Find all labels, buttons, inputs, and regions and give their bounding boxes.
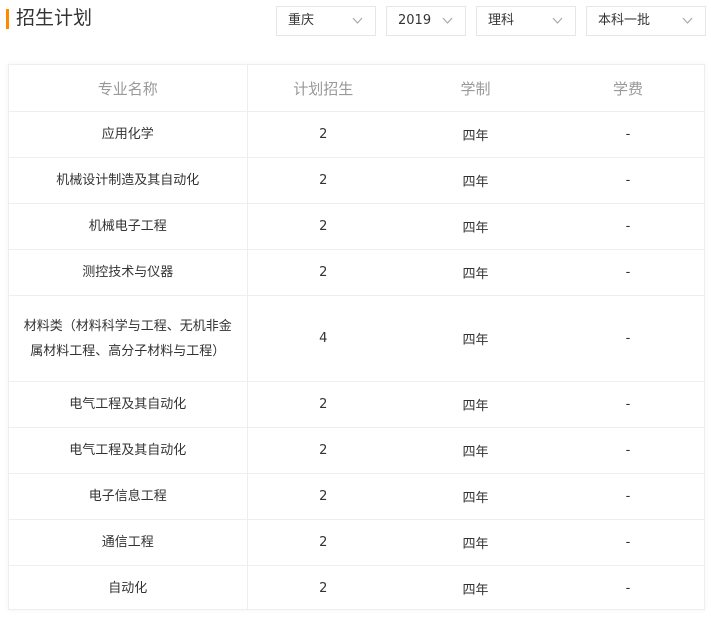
batch-select-label: 本科一批 bbox=[598, 13, 651, 28]
subject-select[interactable]: 理科 bbox=[476, 6, 576, 36]
duration-cell: 四年 bbox=[399, 203, 552, 250]
chevron-down-icon bbox=[682, 17, 693, 24]
plan-cell: 2 bbox=[247, 473, 399, 520]
duration-cell: 四年 bbox=[399, 519, 552, 566]
major-cell: 通信工程 bbox=[9, 519, 248, 566]
title-accent-bar bbox=[6, 9, 9, 29]
plan-cell: 2 bbox=[247, 427, 399, 474]
table-row: 应用化学 2 四年 - bbox=[9, 111, 704, 158]
major-cell: 电子信息工程 bbox=[9, 473, 248, 520]
enrollment-plan-table: 专业名称 计划招生 学制 学费 应用化学 2 四年 - 机械设计制造及其自动化 … bbox=[9, 65, 704, 609]
column-header-major: 专业名称 bbox=[9, 65, 248, 112]
table-row: 材料类（材料科学与工程、无机非金属材料工程、高分子材料与工程） 4 四年 - bbox=[9, 295, 704, 382]
duration-cell: 四年 bbox=[399, 249, 552, 296]
major-cell: 测控技术与仪器 bbox=[9, 249, 248, 296]
batch-select[interactable]: 本科一批 bbox=[586, 6, 706, 36]
year-select-label: 2019 bbox=[398, 13, 432, 28]
table-row: 测控技术与仪器 2 四年 - bbox=[9, 249, 704, 296]
major-cell: 应用化学 bbox=[9, 111, 248, 158]
major-cell: 电气工程及其自动化 bbox=[9, 427, 248, 474]
fee-cell: - bbox=[552, 427, 704, 474]
fee-cell: - bbox=[552, 381, 704, 428]
plan-cell: 2 bbox=[247, 203, 399, 250]
plan-cell: 2 bbox=[319, 581, 328, 596]
plan-cell: 2 bbox=[247, 157, 399, 204]
duration-cell: 四年 bbox=[462, 583, 489, 598]
column-header-duration: 学制 bbox=[399, 65, 552, 112]
page-title: 招生计划 bbox=[16, 7, 93, 29]
table-row: 电子信息工程 2 四年 - bbox=[9, 473, 704, 520]
column-header-plan: 计划招生 bbox=[247, 65, 399, 112]
major-cell: 自动化 bbox=[9, 565, 248, 609]
fee-cell: - bbox=[552, 519, 704, 566]
chevron-down-icon bbox=[352, 17, 363, 24]
fee-cell: - bbox=[552, 295, 704, 382]
table-row: 通信工程 2 四年 - bbox=[9, 519, 704, 566]
subject-select-label: 理科 bbox=[488, 13, 515, 28]
table-header-row: 专业名称 计划招生 学制 学费 bbox=[9, 65, 704, 112]
province-select[interactable]: 重庆 bbox=[276, 6, 376, 36]
duration-cell: 四年 bbox=[399, 427, 552, 474]
major-cell: 机械设计制造及其自动化 bbox=[9, 157, 248, 204]
major-cell: 机械电子工程 bbox=[9, 203, 248, 250]
duration-cell: 四年 bbox=[399, 157, 552, 204]
duration-cell: 四年 bbox=[399, 381, 552, 428]
province-select-label: 重庆 bbox=[288, 13, 315, 28]
fee-cell: - bbox=[552, 249, 704, 296]
fee-cell: - bbox=[552, 203, 704, 250]
year-select[interactable]: 2019 bbox=[386, 6, 466, 36]
page-header: 招生计划 重庆 2019 理科 本科一批 bbox=[0, 0, 711, 48]
duration-cell: 四年 bbox=[399, 295, 552, 382]
chevron-down-icon bbox=[552, 17, 563, 24]
table-row: 自动化 2 四年 - bbox=[9, 565, 704, 609]
duration-cell: 四年 bbox=[399, 473, 552, 520]
fee-cell: - bbox=[625, 581, 631, 596]
fee-cell: - bbox=[552, 111, 704, 158]
plan-cell: 2 bbox=[247, 519, 399, 566]
table-row: 机械设计制造及其自动化 2 四年 - bbox=[9, 157, 704, 204]
major-cell: 材料类（材料科学与工程、无机非金属材料工程、高分子材料与工程） bbox=[9, 295, 248, 382]
duration-cell: 四年 bbox=[399, 111, 552, 158]
table-row: 机械电子工程 2 四年 - bbox=[9, 203, 704, 250]
column-header-fee: 学费 bbox=[552, 65, 704, 112]
plan-cell: 2 bbox=[247, 381, 399, 428]
table-row: 电气工程及其自动化 2 四年 - bbox=[9, 381, 704, 428]
chevron-down-icon bbox=[442, 17, 453, 24]
table-row: 电气工程及其自动化 2 四年 - bbox=[9, 427, 704, 474]
enrollment-plan-table-card: 专业名称 计划招生 学制 学费 应用化学 2 四年 - 机械设计制造及其自动化 … bbox=[8, 64, 705, 610]
major-cell: 电气工程及其自动化 bbox=[9, 381, 248, 428]
plan-cell: 2 bbox=[247, 111, 399, 158]
fee-cell: - bbox=[552, 473, 704, 520]
plan-cell: 2 bbox=[247, 249, 399, 296]
fee-cell: - bbox=[552, 157, 704, 204]
plan-cell: 4 bbox=[247, 295, 399, 382]
